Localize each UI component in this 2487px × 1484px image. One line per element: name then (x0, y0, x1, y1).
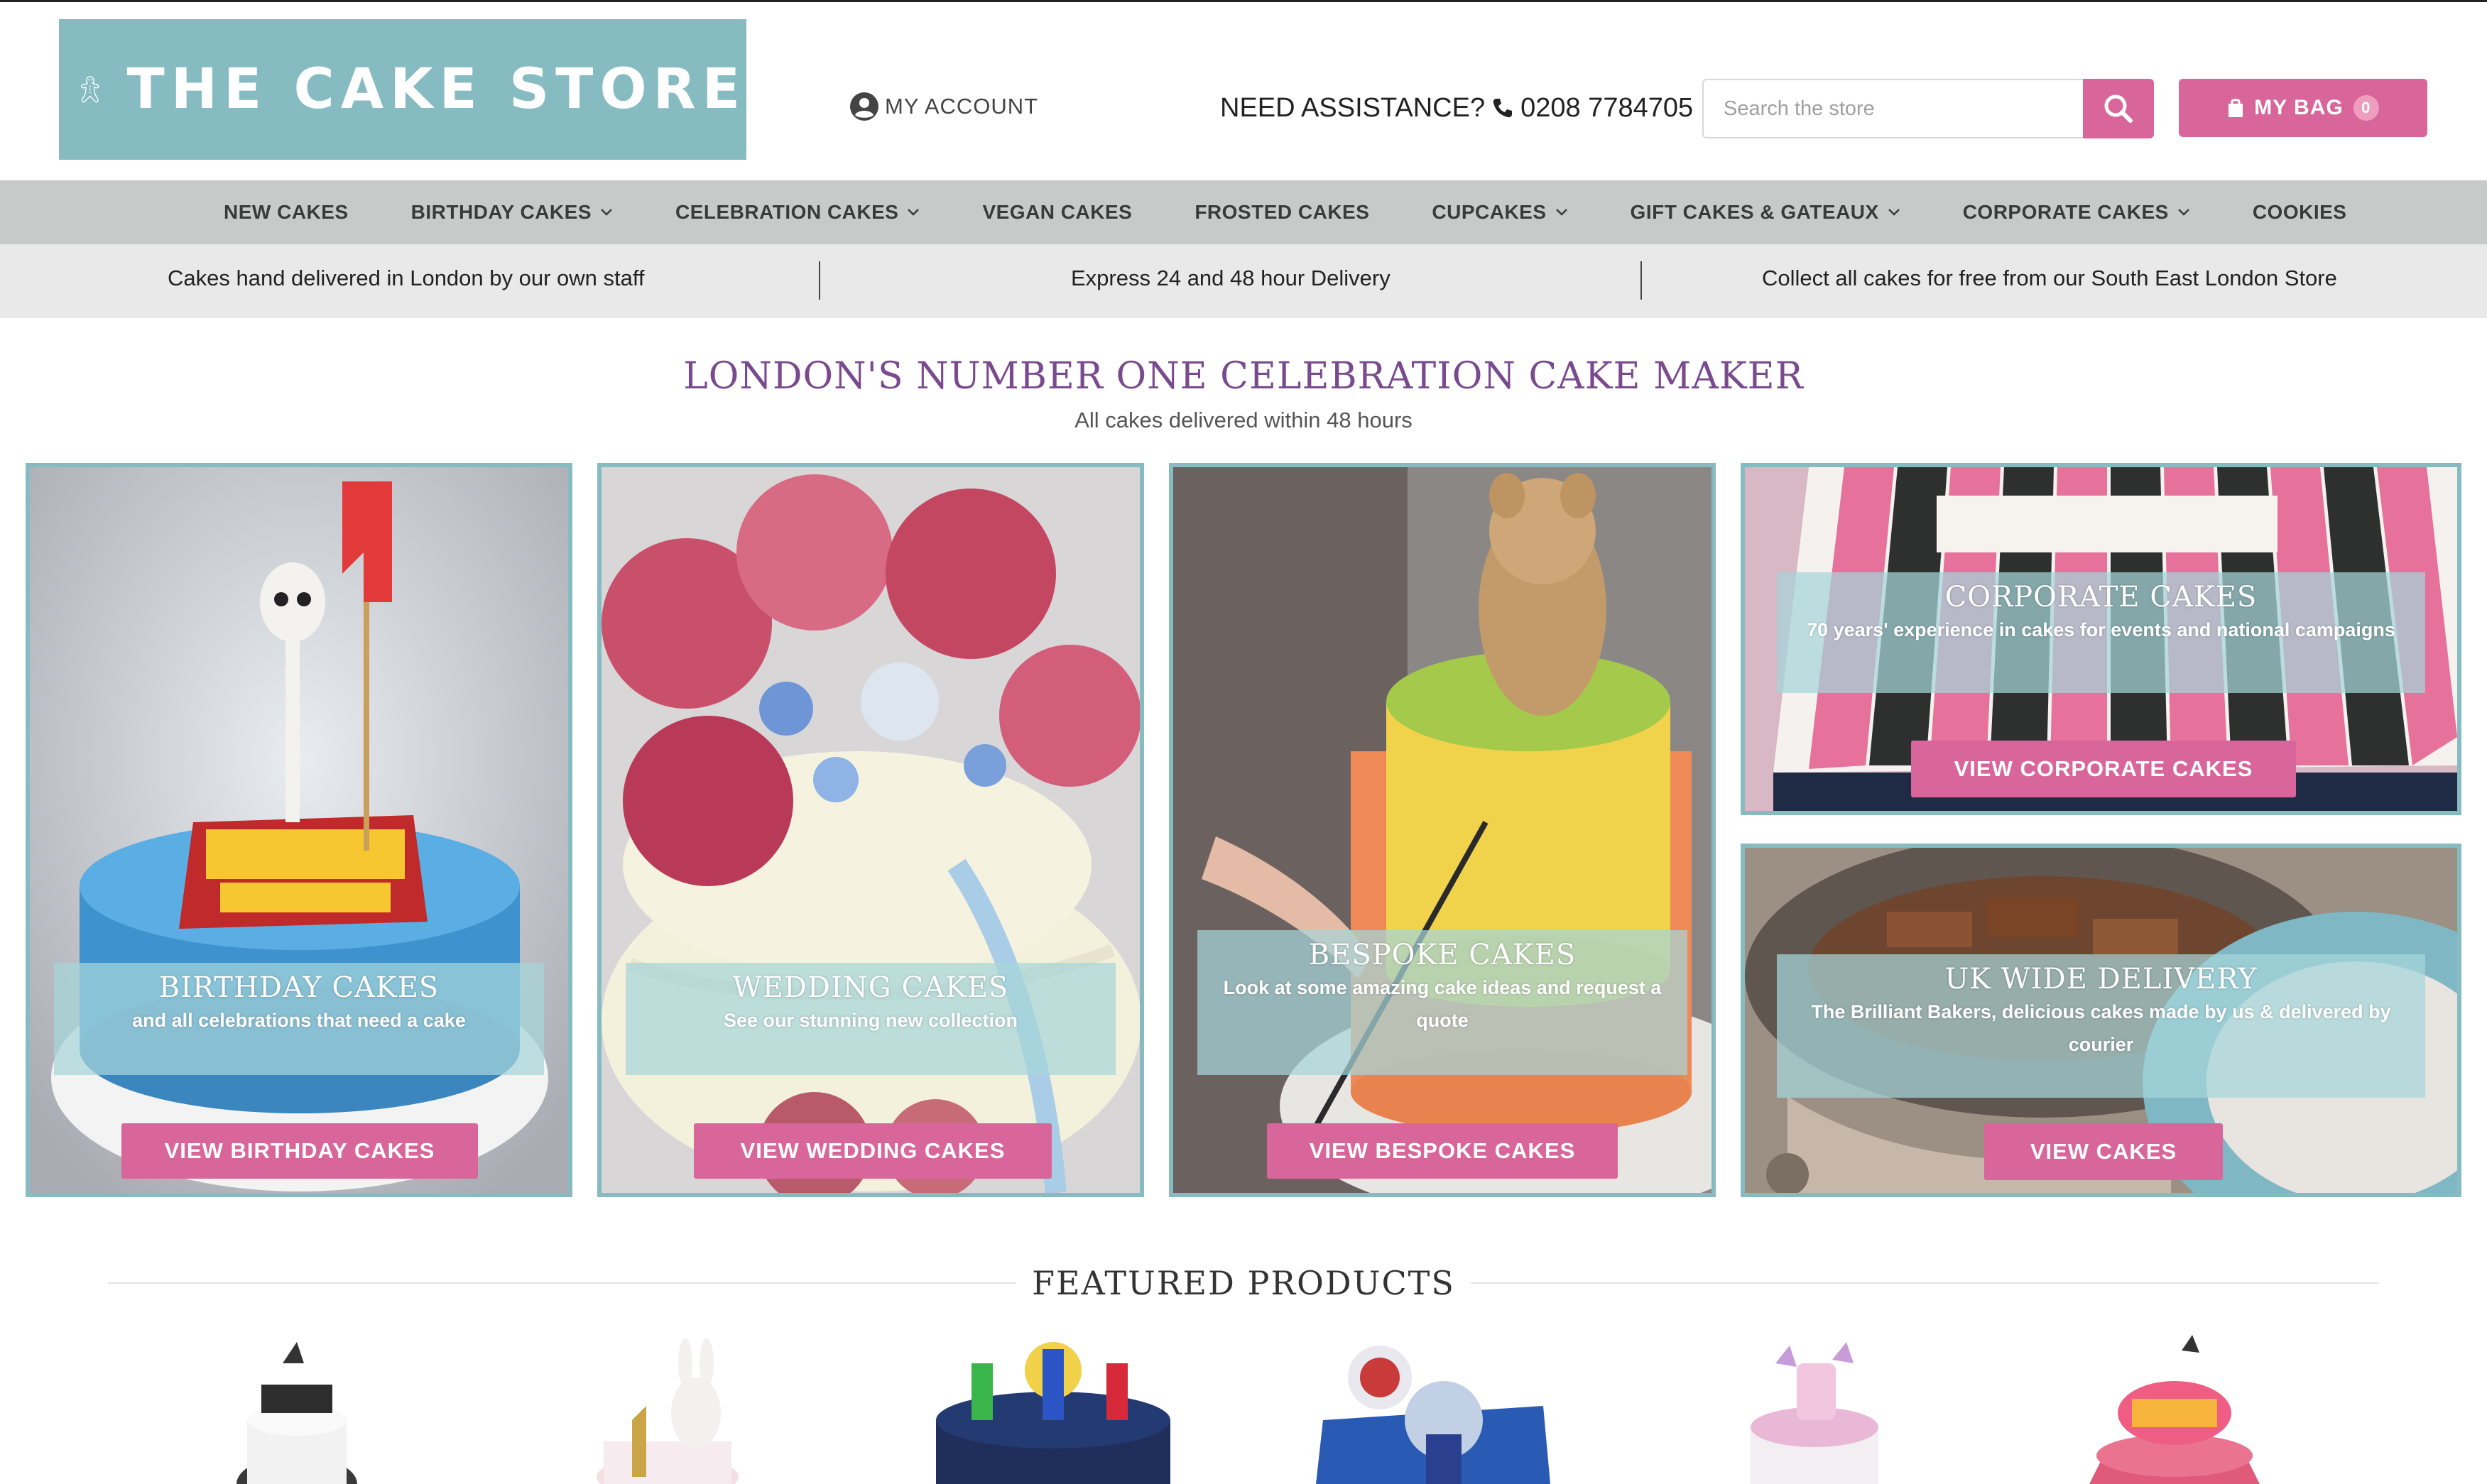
card-bespoke-cakes[interactable]: BESPOKE CAKES Look at some amazing cake … (1169, 463, 1716, 1197)
search-input[interactable] (1704, 80, 2083, 137)
bag-count-badge: 0 (2353, 95, 2379, 121)
card-bespoke-caption: BESPOKE CAKES Look at some amazing cake … (1197, 930, 1687, 1075)
delivery-info-bar: Cakes hand delivered in London by our ow… (0, 244, 2487, 318)
nav-item-cupcakes[interactable]: CUPCAKES (1432, 201, 1567, 224)
nav-item-gift-cakes[interactable]: GIFT CAKES & GATEAUX (1631, 201, 1900, 224)
featured-product-image[interactable] (226, 1335, 368, 1484)
search-button[interactable] (2083, 79, 2154, 138)
nav-item-birthday-cakes[interactable]: BIRTHDAY CAKES (411, 201, 613, 224)
card-birthday-caption: BIRTHDAY CAKES and all celebrations that… (54, 963, 544, 1075)
info-express-delivery: Express 24 and 48 hour Delivery (1071, 266, 1391, 290)
card-title: WEDDING CAKES (732, 971, 1009, 1004)
main-nav: NEW CAKES BIRTHDAY CAKES CELEBRATION CAK… (0, 180, 2487, 244)
wedding-cake-image (602, 467, 1140, 1193)
nav-item-frosted-cakes[interactable]: FROSTED CAKES (1194, 201, 1369, 224)
nav-item-label: GIFT CAKES & GATEAUX (1630, 201, 1879, 223)
nav-item-corporate-cakes[interactable]: CORPORATE CAKES (1963, 201, 2190, 224)
card-title: CORPORATE CAKES (1944, 581, 2258, 613)
nav-item-label: FROSTED CAKES (1194, 201, 1370, 223)
nav-item-label: VEGAN CAKES (982, 201, 1133, 223)
nav-item-celebration-cakes[interactable]: CELEBRATION CAKES (675, 201, 920, 224)
chevron-down-icon (2177, 209, 2189, 216)
phone-icon (1493, 99, 1513, 118)
phone-number[interactable]: 0208 7784705 (1520, 93, 1693, 124)
card-subtitle: See our stunning new collection (723, 1010, 1018, 1031)
card-corporate-caption: CORPORATE CAKES 70 years' experience in … (1777, 572, 2425, 693)
card-wedding-cakes[interactable]: WEDDING CAKES See our stunning new colle… (597, 463, 1144, 1197)
my-bag-button[interactable]: MY BAG 0 (2179, 79, 2427, 137)
account-icon (850, 92, 878, 121)
view-wedding-cakes-button[interactable]: VIEW WEDDING CAKES (694, 1123, 1052, 1179)
featured-products-heading: FEATURED PRODUCTS (0, 1264, 2487, 1302)
card-uk-delivery[interactable]: UK WIDE DELIVERY The Brilliant Bakers, d… (1741, 844, 2461, 1197)
card-title: UK WIDE DELIVERY (1944, 963, 2258, 995)
card-corporate-cakes[interactable]: CORPORATE CAKES 70 years' experience in … (1741, 463, 2461, 815)
card-delivery-caption: UK WIDE DELIVERY The Brilliant Bakers, d… (1777, 954, 2425, 1098)
info-divider (1640, 261, 1642, 300)
view-corporate-cakes-button[interactable]: VIEW CORPORATE CAKES (1911, 741, 2296, 797)
nav-item-label: CUPCAKES (1432, 201, 1547, 223)
birthday-cake-image (30, 467, 568, 1193)
view-cakes-button[interactable]: VIEW CAKES (1984, 1123, 2223, 1180)
card-subtitle: The Brilliant Bakers, delicious cakes ma… (1811, 1001, 2391, 1055)
featured-product-image[interactable] (1740, 1335, 1889, 1484)
featured-product-image[interactable] (2089, 1335, 2260, 1484)
gingerbread-man-icon (81, 76, 99, 103)
assistance-info: NEED ASSISTANCE? 0208 7784705 (1220, 90, 1693, 126)
logo-text: THE CAKE STORE (126, 58, 746, 121)
nav-item-label: NEW CAKES (224, 201, 349, 223)
bespoke-cake-image (1173, 467, 1711, 1193)
featured-products-title: FEATURED PRODUCTS (1016, 1264, 1471, 1302)
chevron-down-icon (1888, 209, 1900, 216)
my-account-label: MY ACCOUNT (885, 94, 1039, 119)
chevron-down-icon (601, 209, 612, 216)
nav-item-label: CORPORATE CAKES (1962, 201, 2169, 223)
featured-product-image[interactable] (589, 1335, 746, 1484)
top-border (0, 0, 2487, 2)
card-subtitle: and all celebrations that need a cake (132, 1010, 466, 1031)
page-subheadline: All cakes delivered within 48 hours (1074, 408, 1413, 432)
featured-product-image[interactable] (1316, 1335, 1550, 1484)
my-bag-label: MY BAG (2254, 96, 2344, 119)
site-logo[interactable]: THE CAKE STORE (59, 19, 746, 160)
search-icon (2104, 94, 2133, 123)
card-subtitle: 70 years' experience in cakes for events… (1807, 619, 2395, 640)
nav-item-label: BIRTHDAY CAKES (410, 201, 592, 223)
card-title: BIRTHDAY CAKES (158, 971, 440, 1004)
search-box (1702, 79, 2154, 138)
nav-item-label: COOKIES (2252, 201, 2347, 223)
page: THE CAKE STORE MY ACCOUNT NEED ASSISTANC… (0, 0, 2487, 1484)
bag-icon (2228, 99, 2243, 117)
info-divider (819, 261, 820, 300)
info-free-collection: Collect all cakes for free from our Sout… (1762, 266, 2337, 290)
nav-item-new-cakes[interactable]: NEW CAKES (224, 201, 349, 224)
chevron-down-icon (908, 209, 920, 216)
chevron-down-icon (1555, 209, 1567, 216)
assistance-label: NEED ASSISTANCE? (1220, 92, 1486, 123)
card-birthday-cakes[interactable]: BIRTHDAY CAKES and all celebrations that… (26, 463, 572, 1197)
nav-item-vegan-cakes[interactable]: VEGAN CAKES (982, 201, 1132, 224)
view-birthday-cakes-button[interactable]: VIEW BIRTHDAY CAKES (121, 1123, 478, 1179)
view-bespoke-cakes-button[interactable]: VIEW BESPOKE CAKES (1267, 1123, 1618, 1179)
nav-item-label: CELEBRATION CAKES (675, 201, 899, 223)
page-headline: LONDON'S NUMBER ONE CELEBRATION CAKE MAK… (683, 355, 1804, 398)
card-title: BESPOKE CAKES (1308, 939, 1577, 971)
my-account-link[interactable]: MY ACCOUNT (849, 90, 1038, 123)
info-hand-delivered: Cakes hand delivered in London by our ow… (168, 266, 645, 290)
featured-product-image[interactable] (922, 1335, 1185, 1484)
card-subtitle: Look at some amazing cake ideas and requ… (1223, 977, 1662, 1031)
card-wedding-caption: WEDDING CAKES See our stunning new colle… (626, 963, 1116, 1075)
nav-item-cookies[interactable]: COOKIES (2253, 201, 2347, 224)
